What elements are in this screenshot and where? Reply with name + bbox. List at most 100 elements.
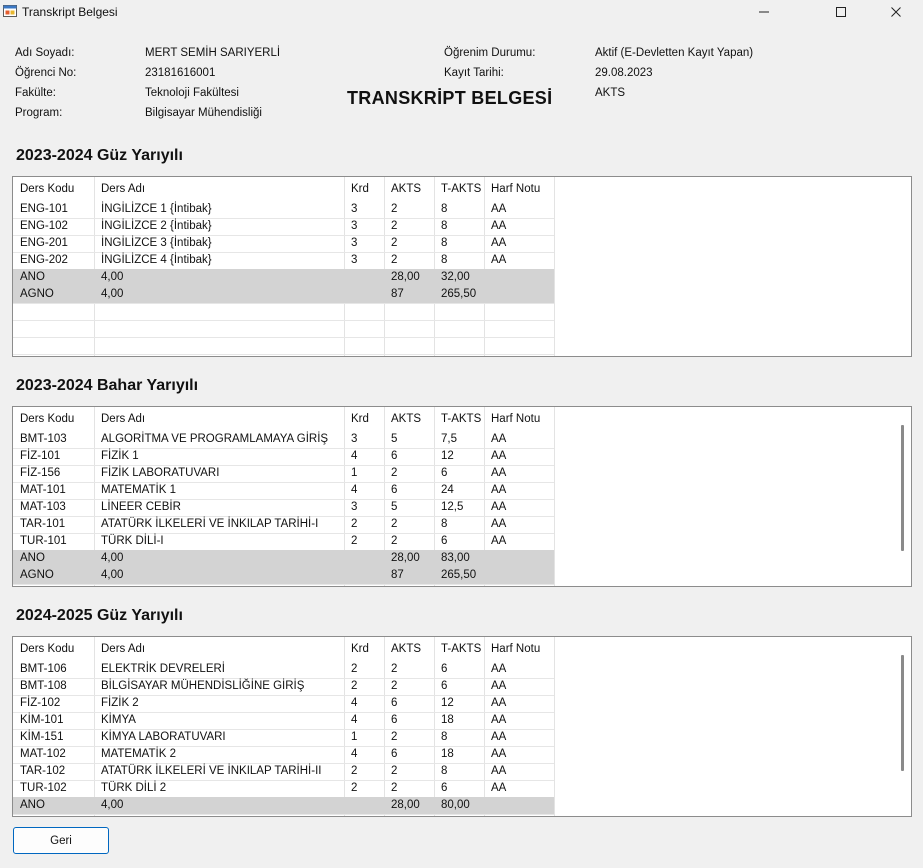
column-header-course-code[interactable]: Ders Kodu (13, 637, 95, 659)
cell-letter-grade (484, 550, 554, 567)
column-header-credit[interactable]: Krd (344, 177, 384, 199)
cell-course-name (94, 303, 344, 320)
vertical-scrollbar[interactable] (895, 407, 911, 586)
cell-course-name: İNGİLİZCE 4 {İntibak} (101, 254, 212, 266)
table-row[interactable]: MAT-103 LİNEER CEBİR 3 5 12,5 AA (13, 499, 554, 517)
column-header-credit[interactable]: Krd (344, 637, 384, 659)
table-row[interactable]: BMT-103 ALGORİTMA VE PROGRAMLAMAYA GİRİŞ 3… (13, 431, 554, 449)
cell-akts: 28,00 (391, 799, 420, 811)
table-row[interactable]: ENG-101 İNGİLİZCE 1 {İntibak} 3 2 8 AA (13, 201, 554, 219)
cell-total-akts: 8 (441, 203, 448, 215)
column-header-letter-grade[interactable]: Harf Notu (484, 407, 554, 429)
table-row[interactable]: ENG-102 İNGİLİZCE 2 {İntibak} 3 2 8 AA (13, 218, 554, 236)
cell-course-name: BİLGİSAYAR MÜHENDİSLİĞİNE GİRİŞ (101, 680, 305, 692)
column-header-total-akts[interactable]: T-AKTS (434, 637, 484, 659)
table-row[interactable]: BMT-106 ELEKTRİK DEVRELERİ 2 2 6 AA (13, 661, 554, 679)
cell-course-name: MATEMATİK 1 (101, 484, 176, 496)
back-button[interactable]: Geri (13, 827, 109, 854)
cell-letter-grade (484, 567, 554, 584)
column-header-total-akts[interactable]: T-AKTS (434, 177, 484, 199)
table-row[interactable]: FİZ-101 FİZİK 1 4 6 12 AA (13, 448, 554, 466)
cell-course-code: ANO (20, 799, 45, 811)
cell-akts: 2 (391, 467, 398, 479)
summary-row[interactable]: ANO 4,00 28,00 32,00 (13, 269, 554, 287)
table-row[interactable]: BMT-108 BİLGİSAYAR MÜHENDİSLİĞİNE GİRİŞ 2 2… (13, 678, 554, 696)
scrollbar-thumb[interactable] (901, 425, 904, 551)
semester-grid-2[interactable]: Ders Kodu Ders Adı Krd AKTS T-AKTS Harf Notu B… (12, 406, 912, 587)
table-row[interactable]: TUR-101 TÜRK DİLİ-I 2 2 6 AA (13, 533, 554, 551)
vertical-scrollbar[interactable] (895, 637, 911, 816)
column-header-akts[interactable]: AKTS (384, 637, 434, 659)
minimize-button[interactable] (741, 0, 787, 24)
summary-row[interactable]: AGNO 4,00 87 265,50 (13, 286, 554, 304)
cell-credit: 4 (351, 714, 358, 726)
cell-total-akts: 12 (441, 450, 454, 462)
column-header-course-name[interactable]: Ders Adı (94, 637, 344, 659)
cell-course-code (13, 337, 95, 354)
table-row[interactable] (13, 303, 554, 321)
maximize-button[interactable] (818, 0, 864, 24)
column-header-course-name[interactable]: Ders Adı (94, 407, 344, 429)
table-row[interactable]: ENG-201 İNGİLİZCE 3 {İntibak} 3 2 8 AA (13, 235, 554, 253)
cell-letter-grade: AA (491, 433, 507, 445)
cell-total-akts: 12 (441, 697, 454, 709)
cell-course-code (13, 320, 95, 337)
cell-total-akts: 12,5 (441, 501, 464, 513)
cell-course-name: TÜRK DİLİ 2 (101, 782, 167, 794)
column-header-credit[interactable]: Krd (344, 407, 384, 429)
table-row[interactable]: MAT-101 MATEMATİK 1 4 6 24 AA (13, 482, 554, 500)
cell-course-code: ENG-102 (20, 220, 68, 232)
cell-course-code: TUR-101 (20, 535, 67, 547)
cell-course-name: 4,00 (101, 552, 124, 564)
table-row[interactable]: MAT-102 MATEMATİK 2 4 6 18 AA (13, 746, 554, 764)
column-header-letter-grade[interactable]: Harf Notu (484, 637, 554, 659)
summary-row[interactable]: ANO 4,00 28,00 80,00 (13, 797, 554, 815)
cell-letter-grade: AA (491, 697, 507, 709)
table-row[interactable]: TAR-102 ATATÜRK İLKELERİ VE İNKILAP TARİH… (13, 763, 554, 781)
cell-akts: 2 (391, 518, 398, 530)
student-no: 23181616001 (145, 67, 216, 79)
cell-letter-grade: AA (491, 518, 507, 530)
program-label: Program: (15, 107, 63, 119)
cell-credit: 4 (351, 484, 358, 496)
table-row[interactable]: ENG-202 İNGİLİZCE 4 {İntibak} 3 2 8 AA (13, 252, 554, 270)
cell-credit: 3 (351, 203, 358, 215)
cell-course-name (94, 337, 344, 354)
table-row[interactable] (13, 337, 554, 355)
cell-letter-grade: AA (491, 663, 507, 675)
column-header-course-name[interactable]: Ders Adı (94, 177, 344, 199)
table-row[interactable]: TUR-102 TÜRK DİLİ 2 2 2 6 AA (13, 780, 554, 798)
scrollbar-thumb[interactable] (901, 655, 904, 771)
column-header-course-code[interactable]: Ders Kodu (13, 177, 95, 199)
column-header-letter-grade[interactable]: Harf Notu (484, 177, 554, 199)
cell-total-akts: 8 (441, 237, 448, 249)
semester-grid-3[interactable]: Ders Kodu Ders Adı Krd AKTS T-AKTS Harf Notu B… (12, 636, 912, 817)
table-row[interactable]: KİM-101 KİMYA 4 6 18 AA (13, 712, 554, 730)
student-name: MERT SEMİH SARIYERLİ (145, 47, 281, 59)
column-header-akts[interactable]: AKTS (384, 407, 434, 429)
cell-credit: 4 (351, 748, 358, 760)
cell-credit: 2 (351, 680, 358, 692)
registration-date-label: Kayıt Tarihi: (444, 67, 504, 79)
cell-course-code: AGNO (20, 288, 54, 300)
close-button[interactable] (873, 0, 919, 24)
summary-row[interactable]: AGNO 4,00 87 265,50 (13, 567, 554, 585)
cell-akts (384, 337, 434, 354)
column-header-course-code[interactable]: Ders Kodu (13, 407, 95, 429)
column-header-total-akts[interactable]: T-AKTS (434, 407, 484, 429)
cell-course-code: BMT-108 (20, 680, 67, 692)
column-header-akts[interactable]: AKTS (384, 177, 434, 199)
table-row[interactable]: FİZ-156 FİZİK LABORATUVARI 1 2 6 AA (13, 465, 554, 483)
semester-grid-1[interactable]: Ders Kodu Ders Adı Krd AKTS T-AKTS Harf Notu E… (12, 176, 912, 357)
cell-course-code: MAT-103 (20, 501, 66, 513)
cell-letter-grade (484, 286, 554, 303)
cell-letter-grade: AA (491, 765, 507, 777)
cell-akts: 2 (391, 237, 398, 249)
table-row[interactable] (13, 320, 554, 338)
summary-row[interactable]: ANO 4,00 28,00 83,00 (13, 550, 554, 568)
header-row: Ders Kodu Ders Adı Krd AKTS T-AKTS Harf Notu (13, 177, 554, 199)
table-row[interactable]: FİZ-102 FİZİK 2 4 6 12 AA (13, 695, 554, 713)
cell-credit: 3 (351, 433, 358, 445)
table-row[interactable]: KİM-151 KİMYA LABORATUVARI 1 2 8 AA (13, 729, 554, 747)
table-row[interactable]: TAR-101 ATATÜRK İLKELERİ VE İNKILAP TARİH… (13, 516, 554, 534)
